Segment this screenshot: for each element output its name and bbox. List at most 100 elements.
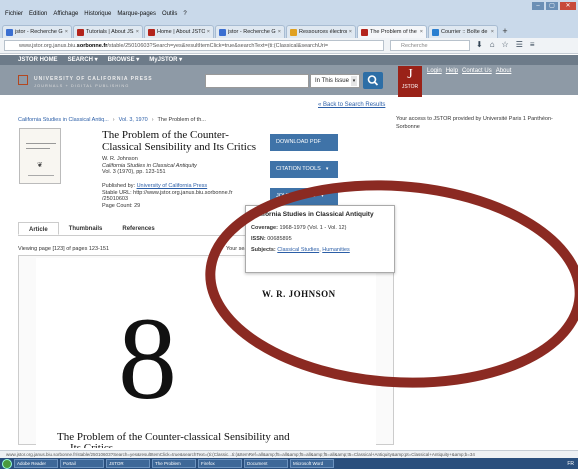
browser-tab[interactable]: jstor - Recherche G... ×: [215, 25, 285, 38]
close-tab-icon[interactable]: ×: [420, 29, 423, 35]
page-info: Viewing page [123] of pages 123-151: [18, 246, 110, 252]
breadcrumb-separator: ›: [112, 117, 115, 123]
browser-tab-active[interactable]: The Problem of the ... ×: [357, 25, 427, 38]
download-pdf-label: DOWNLOAD PDF: [276, 139, 321, 145]
taskbar-app[interactable]: JSTOR: [106, 459, 150, 468]
breadcrumb-journal[interactable]: California Studies in Classical Antiq...: [18, 117, 109, 123]
published-by-label: Published by:: [102, 183, 136, 189]
account-links: Login Help Contact Us About: [427, 68, 511, 74]
search-icon: [367, 75, 379, 86]
issn-label: ISSN:: [251, 236, 266, 242]
url-path: /stable/25010603?Search=yes&resultItemCl…: [107, 43, 329, 49]
subject-humanities-link[interactable]: Humanities: [322, 247, 350, 253]
breadcrumb-volume[interactable]: Vol. 3, 1970: [119, 117, 148, 123]
taskbar-app[interactable]: Firefox: [198, 459, 242, 468]
publisher-subtitle: JOURNALS + DIGITAL PUBLISHING: [34, 83, 130, 88]
tab-references[interactable]: References: [112, 222, 164, 235]
minimize-button[interactable]: –: [532, 2, 544, 10]
google-favicon-icon: [6, 28, 13, 36]
menu-help[interactable]: ?: [182, 11, 187, 17]
browser-tab[interactable]: Ressources électron...×: [286, 25, 356, 38]
menu-history[interactable]: Historique: [83, 11, 112, 17]
cover-line: [26, 148, 50, 149]
nav-jstor-home[interactable]: JSTOR HOME: [18, 55, 58, 65]
close-tab-icon[interactable]: ×: [65, 29, 68, 35]
publisher-link[interactable]: University of California Press: [137, 183, 208, 189]
search-button[interactable]: [363, 72, 383, 89]
publisher-name: UNIVERSITY OF CALIFORNIA PRESS: [34, 76, 153, 82]
menu-tools[interactable]: Outils: [161, 11, 178, 17]
journal-info-button[interactable]: JOURNAL INFO ▾: [270, 188, 338, 205]
help-link[interactable]: Help: [446, 68, 458, 74]
jstor-logo-mark: J: [407, 67, 413, 82]
chevron-down-icon: ▾: [351, 76, 357, 86]
coverage-label: Coverage:: [251, 225, 278, 231]
taskbar-app[interactable]: Portail: [60, 459, 104, 468]
taskbar-app[interactable]: Document: [244, 459, 288, 468]
url-bar[interactable]: www.jstor.org.janus.biu.sorbonne.fr/stab…: [4, 40, 384, 51]
menu-icon[interactable]: ≡: [530, 40, 535, 49]
nav-myjstor[interactable]: MyJSTOR ▾: [149, 55, 182, 65]
menu-bar: Fichier Edition Affichage Historique Mar…: [4, 11, 188, 17]
nav-search[interactable]: SEARCH ▾: [68, 55, 98, 65]
citation-tools-button[interactable]: CITATION TOOLS ▾: [270, 161, 338, 178]
popup-journal-title: California Studies in Classical Antiquit…: [251, 211, 374, 218]
taskbar-app[interactable]: Microsoft Word: [290, 459, 334, 468]
article-title: The Problem of the Counter-Classical Sen…: [102, 129, 256, 153]
bookmark-star-icon[interactable]: ☆: [502, 40, 509, 49]
close-tab-icon[interactable]: ×: [491, 29, 494, 35]
popup-coverage: Coverage: 1968-1979 (Vol. 1 - Vol. 12): [251, 225, 389, 231]
journal-info-label: JOURNAL INFO: [276, 193, 317, 199]
tab-article[interactable]: Article: [18, 222, 59, 235]
toolbar-icons: ⬇ ⌂ ☆ ☰ ≡: [476, 40, 535, 49]
close-window-button[interactable]: ✕: [560, 2, 576, 10]
menu-file[interactable]: Fichier: [4, 11, 24, 17]
ucp-book-icon: [18, 75, 28, 85]
menu-edit[interactable]: Edition: [28, 11, 48, 17]
home-icon[interactable]: ⌂: [490, 40, 495, 49]
browser-search-input[interactable]: Recherche: [390, 40, 470, 51]
download-icon[interactable]: ⬇: [476, 40, 483, 49]
site-search-input[interactable]: [205, 74, 309, 88]
bookmarks-list-icon[interactable]: ☰: [516, 40, 523, 49]
menu-view[interactable]: Affichage: [52, 11, 79, 17]
start-button-icon[interactable]: [2, 458, 12, 469]
coverage-value: 1968-1979 (Vol. 1 - Vol. 12): [279, 225, 347, 231]
about-link[interactable]: About: [496, 68, 512, 74]
download-pdf-button[interactable]: DOWNLOAD PDF: [270, 134, 338, 151]
close-tab-icon[interactable]: ×: [136, 29, 139, 35]
contact-link[interactable]: Contact Us: [462, 68, 492, 74]
url-prefix: www.jstor.org.janus.biu.: [19, 43, 77, 49]
os-taskbar: Adobe Reader Portail JSTOR The Problem F…: [0, 458, 578, 469]
system-tray[interactable]: FR: [567, 461, 578, 467]
window-controls: – ▢ ✕: [532, 2, 576, 10]
scan-title-continued: Its Critics: [70, 442, 114, 448]
taskbar-app[interactable]: The Problem: [152, 459, 196, 468]
login-link[interactable]: Login: [427, 68, 442, 74]
jstor-logo[interactable]: J JSTOR: [398, 66, 422, 97]
browser-tab[interactable]: Tutorials | About JS... ×: [73, 25, 143, 38]
tab-thumbnails[interactable]: Thumbnails: [59, 222, 113, 235]
url-domain: sorbonne.fr: [76, 43, 108, 49]
search-scope-select[interactable]: In This Issue ▾: [310, 74, 360, 88]
library-favicon-icon: [290, 28, 297, 36]
browser-tab[interactable]: Courrier :: Boîte de r...×: [428, 25, 498, 38]
subject-classical-studies-link[interactable]: Classical Studies: [277, 247, 319, 253]
maximize-button[interactable]: ▢: [546, 2, 558, 10]
browser-tab[interactable]: Home | About JSTOR ×: [144, 25, 214, 38]
jstor-favicon-icon: [361, 28, 368, 36]
access-note: Your access to JSTOR provided by Univers…: [396, 116, 553, 130]
taskbar-app[interactable]: Adobe Reader: [14, 459, 58, 468]
nav-browse[interactable]: BROWSE ▾: [108, 55, 140, 65]
browser-tab[interactable]: jstor - Recherche G... ×: [2, 25, 72, 38]
cover-line: [28, 175, 54, 176]
journal-info-popup: California Studies in Classical Antiquit…: [245, 205, 395, 273]
close-tab-icon[interactable]: ×: [278, 29, 281, 35]
new-tab-button[interactable]: +: [499, 26, 511, 38]
back-to-results-link[interactable]: « Back to Search Results: [318, 102, 385, 108]
journal-cover-thumbnail[interactable]: ❦: [19, 128, 61, 184]
menu-bookmarks[interactable]: Marque-pages: [116, 11, 157, 17]
close-tab-icon[interactable]: ×: [207, 29, 210, 35]
scanned-page: [36, 258, 376, 445]
close-tab-icon[interactable]: ×: [349, 29, 352, 35]
